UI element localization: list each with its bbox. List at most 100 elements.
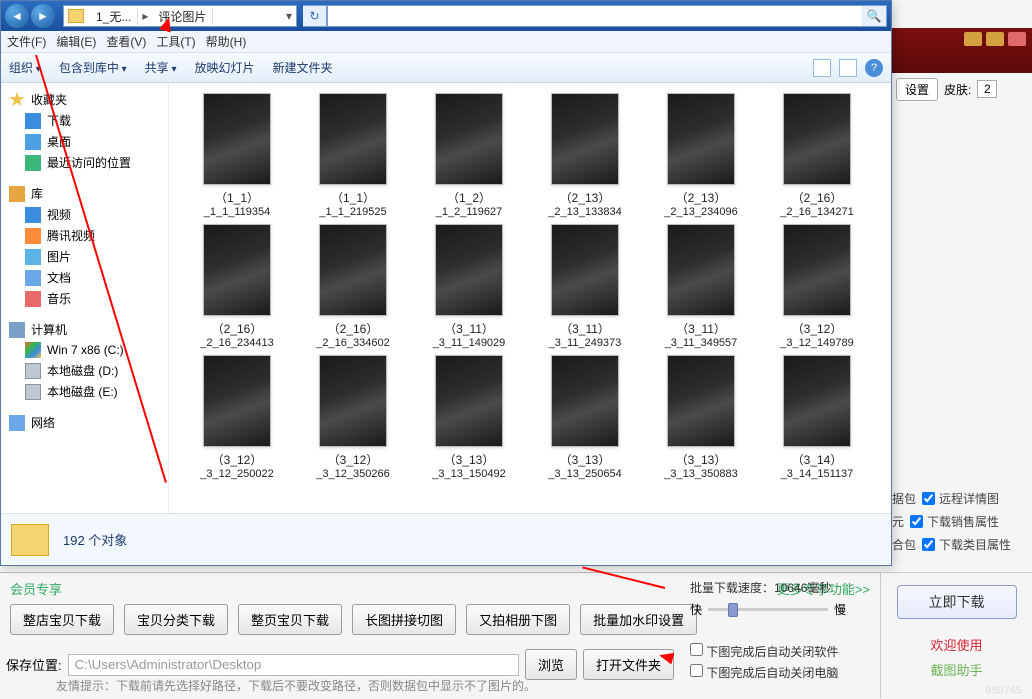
file-thumbnail[interactable]: （3_13）_3_13_350883 bbox=[643, 355, 759, 480]
crumb-segment[interactable]: 评论图片 bbox=[152, 8, 213, 25]
slow-label: 慢 bbox=[834, 601, 846, 618]
file-thumbnail[interactable]: （1_1）_1_1_119354 bbox=[179, 93, 295, 218]
speed-label: 批量下载速度：10646毫秒 bbox=[690, 579, 831, 596]
file-thumbnail[interactable]: （3_13）_3_13_250654 bbox=[527, 355, 643, 480]
skin-select[interactable]: 2 bbox=[977, 80, 997, 98]
organize-menu[interactable]: 组织 bbox=[9, 59, 41, 76]
sidebar-item-desktop[interactable]: 桌面 bbox=[1, 131, 168, 152]
refresh-button[interactable]: ↻ bbox=[303, 5, 327, 27]
settings-button[interactable]: 设置 bbox=[896, 78, 938, 101]
whole-shop-dl-button[interactable]: 整店宝贝下载 bbox=[10, 604, 114, 635]
menu-file[interactable]: 文件(F) bbox=[7, 33, 46, 50]
remote-detail-checkbox[interactable] bbox=[922, 492, 935, 505]
network-group[interactable]: 网络 bbox=[1, 412, 168, 433]
sale-attr-checkbox[interactable] bbox=[910, 515, 923, 528]
drive-icon bbox=[25, 363, 41, 379]
tencent-icon bbox=[25, 228, 41, 244]
file-thumbnail[interactable]: （3_11）_3_11_249373 bbox=[527, 224, 643, 349]
new-folder-button[interactable]: 新建文件夹 bbox=[273, 59, 333, 76]
menu-tools[interactable]: 工具(T) bbox=[156, 33, 195, 50]
thumbnail-image bbox=[551, 355, 619, 447]
category-dl-button[interactable]: 宝贝分类下载 bbox=[124, 604, 228, 635]
file-thumbnail[interactable]: （2_16）_2_16_234413 bbox=[179, 224, 295, 349]
close-software-row[interactable]: 下图完成后自动关闭软件 bbox=[690, 643, 838, 660]
file-thumbnail[interactable]: （3_12）_3_12_350266 bbox=[295, 355, 411, 480]
sidebar-item-e-drive[interactable]: 本地磁盘 (E:) bbox=[1, 381, 168, 402]
sidebar-item-video[interactable]: 视频 bbox=[1, 204, 168, 225]
menu-view[interactable]: 查看(V) bbox=[106, 33, 146, 50]
menu-help[interactable]: 帮助(H) bbox=[206, 33, 247, 50]
sidebar-item-d-drive[interactable]: 本地磁盘 (D:) bbox=[1, 360, 168, 381]
crumb-segment[interactable]: 1_无... bbox=[90, 8, 138, 25]
file-thumbnail[interactable]: （2_16）_2_16_334602 bbox=[295, 224, 411, 349]
save-path-input[interactable] bbox=[68, 654, 519, 676]
app-toolbar: 设置 皮肤: 2 bbox=[892, 74, 1032, 104]
menu-edit[interactable]: 编辑(E) bbox=[56, 33, 96, 50]
favorites-group[interactable]: 收藏夹 bbox=[1, 89, 168, 110]
slideshow-button[interactable]: 放映幻灯片 bbox=[194, 59, 254, 76]
file-thumbnail[interactable]: （3_12）_3_12_149789 bbox=[759, 224, 875, 349]
file-thumbnail[interactable]: （3_11）_3_11_349557 bbox=[643, 224, 759, 349]
command-bar: 组织 包含到库中 共享 放映幻灯片 新建文件夹 ? bbox=[1, 53, 891, 83]
file-thumbnail[interactable]: （2_16）_2_16_134271 bbox=[759, 93, 875, 218]
maximize-button[interactable] bbox=[986, 32, 1004, 46]
screenshot-tool-link[interactable]: 截图助手 bbox=[930, 660, 982, 679]
sidebar-item-images[interactable]: 图片 bbox=[1, 246, 168, 267]
browse-button[interactable]: 浏览 bbox=[525, 649, 577, 680]
file-thumbnail[interactable]: （1_1）_1_1_219525 bbox=[295, 93, 411, 218]
speed-slider[interactable] bbox=[708, 608, 828, 611]
share-menu[interactable]: 共享 bbox=[145, 59, 177, 76]
library-group[interactable]: 库 bbox=[1, 183, 168, 204]
close-button[interactable] bbox=[1008, 32, 1026, 46]
album-dl-button[interactable]: 又拍相册下图 bbox=[466, 604, 570, 635]
long-image-button[interactable]: 长图拼接切图 bbox=[352, 604, 456, 635]
sidebar-item-docs[interactable]: 文档 bbox=[1, 267, 168, 288]
music-icon bbox=[25, 291, 41, 307]
chevron-down-icon[interactable]: ▾ bbox=[282, 9, 296, 23]
sidebar-item-downloads[interactable]: 下载 bbox=[1, 110, 168, 131]
thumbnail-image bbox=[435, 355, 503, 447]
thumbnail-image bbox=[203, 93, 271, 185]
cat-attr-checkbox[interactable] bbox=[922, 538, 935, 551]
file-thumbnail[interactable]: （3_12）_3_12_250022 bbox=[179, 355, 295, 480]
slider-thumb[interactable] bbox=[728, 603, 738, 617]
close-pc-checkbox[interactable] bbox=[690, 664, 703, 677]
file-thumbnail[interactable]: （1_2）_1_2_119627 bbox=[411, 93, 527, 218]
sidebar-item-c-drive[interactable]: Win 7 x86 (C:) bbox=[1, 340, 168, 360]
search-icon[interactable]: 🔍 bbox=[862, 6, 886, 26]
close-pc-row[interactable]: 下图完成后自动关闭电脑 bbox=[690, 664, 838, 681]
file-thumbnail[interactable]: （3_11）_3_11_149029 bbox=[411, 224, 527, 349]
nav-forward-button[interactable]: ► bbox=[31, 4, 55, 28]
close-software-checkbox[interactable] bbox=[690, 643, 703, 656]
cat-attr-label: 下载类目属性 bbox=[939, 536, 1011, 553]
folder-icon bbox=[68, 9, 84, 23]
chevron-right-icon[interactable]: ▸ bbox=[138, 9, 152, 23]
open-folder-button[interactable]: 打开文件夹 bbox=[583, 649, 674, 680]
file-thumbnail[interactable]: （2_13）_2_13_133834 bbox=[527, 93, 643, 218]
help-icon[interactable]: ? bbox=[865, 59, 883, 77]
thumbnail-image bbox=[319, 224, 387, 316]
page-dl-button[interactable]: 整页宝贝下载 bbox=[238, 604, 342, 635]
include-lib-menu[interactable]: 包含到库中 bbox=[59, 59, 127, 76]
opt-pack-label: 据包 bbox=[892, 490, 916, 507]
opt-unit-label: 元 bbox=[892, 513, 904, 530]
file-thumbnail[interactable]: （3_14）_3_14_151137 bbox=[759, 355, 875, 480]
breadcrumb[interactable]: 1_无... ▸ 评论图片 ▾ bbox=[63, 5, 297, 27]
sidebar-item-txvideo[interactable]: 腾讯视频 bbox=[1, 225, 168, 246]
view-mode-button[interactable] bbox=[813, 59, 831, 77]
sidebar-item-recent[interactable]: 最近访问的位置 bbox=[1, 152, 168, 173]
nav-back-button[interactable]: ◄ bbox=[5, 4, 29, 28]
file-name: _1_1_219525 bbox=[295, 206, 411, 218]
preview-pane-button[interactable] bbox=[839, 59, 857, 77]
file-thumbnail[interactable]: （2_13）_2_13_234096 bbox=[643, 93, 759, 218]
bottom-panel: 会员专享 更多专享功能>> 整店宝贝下载 宝贝分类下载 整页宝贝下载 长图拼接切… bbox=[0, 572, 1032, 698]
computer-group[interactable]: 计算机 bbox=[1, 319, 168, 340]
file-thumbnail[interactable]: （3_13）_3_13_150492 bbox=[411, 355, 527, 480]
download-now-button[interactable]: 立即下载 bbox=[897, 585, 1017, 619]
minimize-button[interactable] bbox=[964, 32, 982, 46]
skin-label: 皮肤: bbox=[944, 81, 971, 98]
search-box[interactable]: 🔍 bbox=[327, 5, 887, 27]
search-input[interactable] bbox=[328, 9, 862, 23]
watermark-button[interactable]: 批量加水印设置 bbox=[580, 604, 697, 635]
sidebar-item-music[interactable]: 音乐 bbox=[1, 288, 168, 309]
